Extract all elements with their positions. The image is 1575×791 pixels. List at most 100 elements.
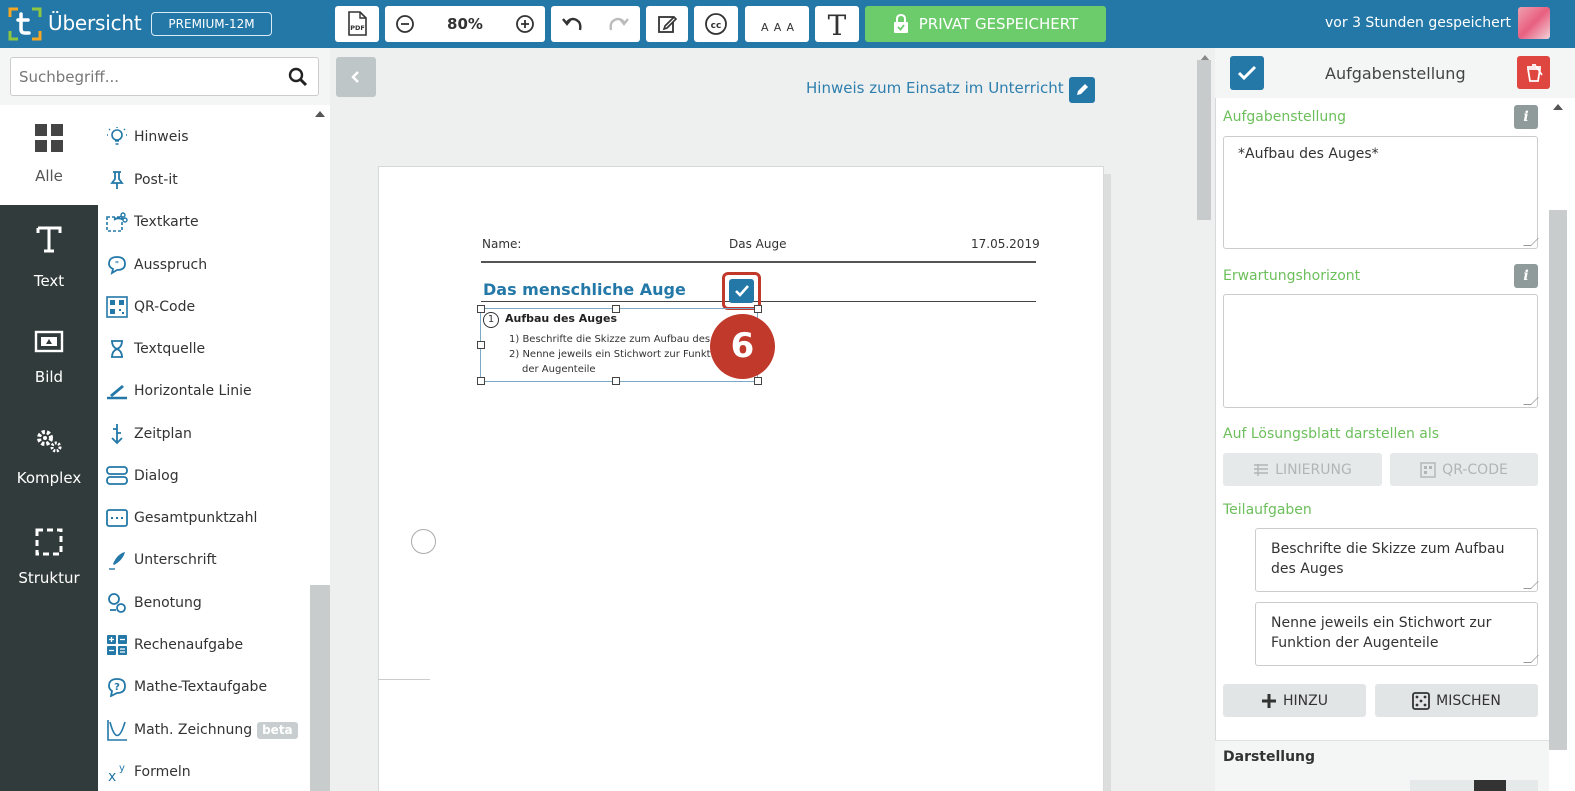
linierung-label: LINIERUNG: [1275, 461, 1352, 478]
search-icon[interactable]: [288, 67, 308, 87]
properties-scrollbar[interactable]: [1549, 98, 1567, 791]
delete-button[interactable]: [1517, 56, 1550, 89]
element-math-zeichnung[interactable]: Math. Zeichnung beta: [106, 715, 298, 745]
scroll-up-icon[interactable]: [315, 111, 325, 117]
undo-button[interactable]: [562, 14, 584, 34]
svg-text:cc: cc: [711, 21, 722, 31]
element-mathe-textaufgabe[interactable]: ? Mathe-Textaufgabe: [106, 672, 267, 702]
lock-icon: [893, 14, 908, 33]
insert-marker[interactable]: [411, 529, 436, 554]
app-title[interactable]: Übersicht: [48, 11, 142, 35]
shuffle-button[interactable]: MISCHEN: [1375, 684, 1538, 717]
element-gesamtpunktzahl[interactable]: Gesamtpunktzahl: [106, 503, 257, 533]
element-textkarte[interactable]: Textkarte: [106, 207, 199, 237]
resize-grip-icon[interactable]: [1523, 397, 1539, 405]
category-bild[interactable]: Bild: [0, 307, 98, 407]
element-zeitplan[interactable]: Zeitplan: [106, 419, 192, 449]
element-rechenaufgabe[interactable]: Rechenaufgabe: [106, 630, 243, 660]
task-checkbox[interactable]: [729, 279, 754, 303]
edit-button[interactable]: [646, 6, 688, 42]
element-label: Horizontale Linie: [134, 383, 252, 399]
element-label: Mathe-Textaufgabe: [134, 679, 268, 695]
resize-grip-icon[interactable]: [1523, 581, 1539, 589]
edit-hint-button[interactable]: [1069, 77, 1095, 103]
worksheet-title[interactable]: Das menschliche Auge: [483, 280, 686, 299]
subtask-field[interactable]: Nenne jeweils ein Stichwort zur Funktion…: [1255, 602, 1539, 666]
resize-handle[interactable]: [477, 305, 485, 313]
zoom-out-button[interactable]: [395, 14, 415, 34]
qr-code-icon: [106, 296, 128, 318]
lightbulb-icon: [106, 126, 128, 148]
element-hinweis[interactable]: Hinweis: [106, 122, 189, 152]
category-text[interactable]: Text: [0, 206, 98, 306]
category-struktur[interactable]: Struktur: [0, 509, 98, 609]
resize-handle[interactable]: [477, 377, 485, 385]
teaching-hint-link[interactable]: Hinweis zum Einsatz im Unterricht: [806, 79, 1064, 97]
add-subtask-button[interactable]: HINZU: [1223, 684, 1366, 717]
resize-handle[interactable]: [754, 377, 762, 385]
subtask-value: Beschrifte die Skizze zum Aufbau des Aug…: [1271, 541, 1505, 577]
element-textquelle[interactable]: Textquelle: [106, 334, 205, 364]
category-komplex[interactable]: Komplex: [0, 408, 98, 508]
category-label: Text: [33, 272, 65, 290]
resize-handle[interactable]: [612, 377, 620, 385]
info-icon[interactable]: i: [1514, 105, 1538, 129]
collapse-panel-button[interactable]: [336, 57, 376, 97]
font-size-button[interactable]: AAA: [745, 6, 809, 42]
qr-code-icon: [1420, 461, 1436, 478]
aufgabenstellung-field[interactable]: *Aufbau des Auges*: [1223, 136, 1539, 249]
display-option-active[interactable]: [1474, 780, 1506, 791]
zoom-out-icon: [396, 15, 414, 33]
resize-grip-icon[interactable]: [1523, 238, 1539, 246]
speech-bubble-icon: ": [106, 254, 128, 276]
category-label: Bild: [34, 368, 64, 386]
shuffle-label: MISCHEN: [1436, 692, 1501, 709]
plan-badge[interactable]: PREMIUM-12M: [151, 12, 272, 36]
svg-text:": ": [115, 260, 119, 269]
resize-handle[interactable]: [477, 341, 485, 349]
pdf-button[interactable]: PDF: [335, 6, 379, 42]
element-qr-code[interactable]: QR-Code: [106, 292, 195, 322]
redo-button[interactable]: [607, 14, 629, 34]
scroll-up-icon[interactable]: [1553, 104, 1563, 110]
scrollbar-thumb[interactable]: [1549, 210, 1567, 750]
display-option[interactable]: [1506, 780, 1538, 791]
element-post-it[interactable]: Post-it: [106, 165, 178, 195]
zoom-level[interactable]: 80%: [447, 15, 483, 33]
element-unterschrift[interactable]: Unterschrift: [106, 545, 217, 575]
app-logo-icon[interactable]: [8, 7, 42, 41]
font-size-icon: AAA: [761, 21, 794, 34]
element-horizontale-linie[interactable]: Horizontale Linie: [106, 376, 252, 406]
confirm-button[interactable]: [1230, 56, 1264, 90]
linierung-button[interactable]: LINIERUNG: [1223, 453, 1382, 486]
svg-text:x: x: [108, 769, 116, 783]
canvas-scrollbar-thumb[interactable]: [1197, 60, 1211, 220]
search-input[interactable]: [19, 66, 279, 88]
element-benotung[interactable]: Benotung: [106, 588, 202, 618]
resize-handle[interactable]: [754, 305, 762, 313]
worksheet-page[interactable]: [378, 166, 1104, 791]
qr-code-button[interactable]: QR-CODE: [1390, 453, 1538, 486]
element-label: Dialog: [134, 468, 179, 484]
display-option[interactable]: [1410, 780, 1474, 791]
font-button[interactable]: T: [815, 6, 859, 42]
element-list-scrollbar[interactable]: [310, 105, 330, 791]
element-dialog[interactable]: Dialog: [106, 461, 179, 491]
category-alle[interactable]: Alle: [0, 105, 98, 205]
redo-icon: [609, 17, 629, 31]
loesungsblatt-label: Auf Lösungsblatt darstellen als: [1223, 426, 1440, 442]
privacy-status-button[interactable]: PRIVAT GESPEICHERT: [865, 6, 1106, 42]
element-ausspruch[interactable]: " Ausspruch: [106, 250, 207, 280]
scrollbar-thumb[interactable]: [310, 585, 330, 791]
erwartungshorizont-field[interactable]: [1223, 294, 1539, 408]
category-label: Struktur: [18, 569, 80, 587]
info-icon[interactable]: i: [1514, 264, 1538, 288]
zoom-in-button[interactable]: [515, 14, 535, 34]
subtask-field[interactable]: Beschrifte die Skizze zum Aufbau des Aug…: [1255, 528, 1539, 592]
element-formeln[interactable]: xy Formeln: [106, 757, 191, 787]
license-button[interactable]: cc: [694, 6, 738, 42]
subtask-line: der Augenteile: [522, 364, 596, 375]
user-avatar[interactable]: [1518, 7, 1550, 39]
resize-grip-icon[interactable]: [1523, 655, 1539, 663]
element-label: Benotung: [134, 595, 202, 611]
